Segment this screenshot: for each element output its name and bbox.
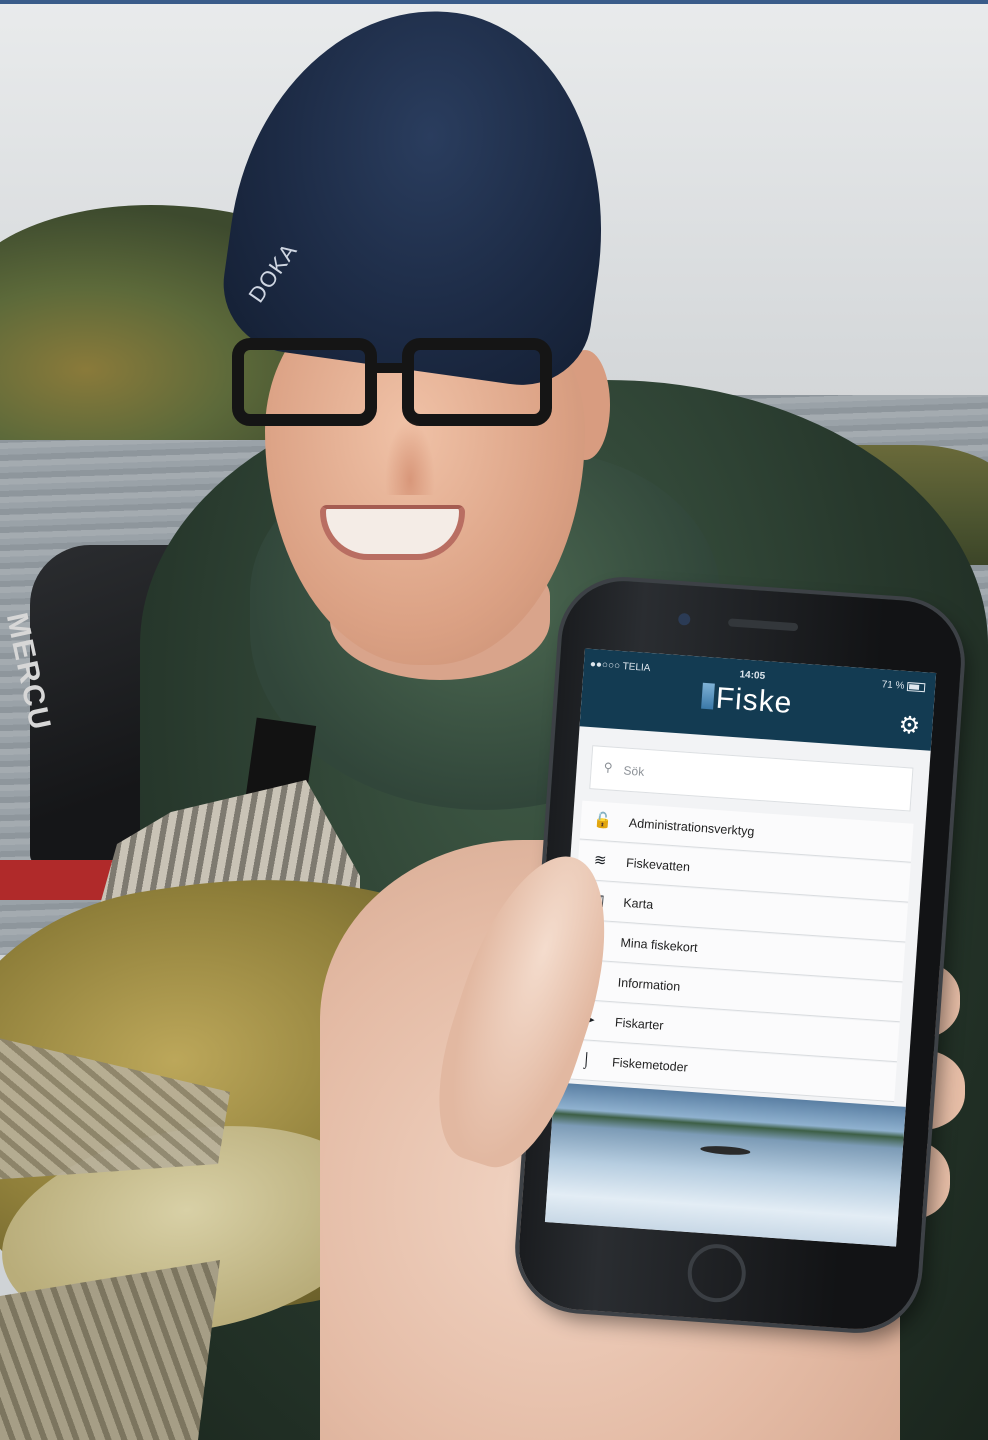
right-lens xyxy=(402,338,552,426)
battery-icon xyxy=(906,681,926,693)
clock: 14:05 xyxy=(739,669,766,683)
water-icon: ≋ xyxy=(593,851,608,870)
menu-item-label: Karta xyxy=(622,895,654,912)
carrier-label: ●●○○○ TELIA xyxy=(589,658,651,675)
unlock-icon: 🔓 xyxy=(593,811,613,830)
front-camera xyxy=(677,612,691,626)
search-input[interactable] xyxy=(620,758,906,803)
app-header: ●●○○○ TELIA 14:05 71 % Fiske ⚙ xyxy=(579,648,937,751)
battery-indicator: 71 % xyxy=(881,679,926,693)
search-box[interactable]: ⚲ xyxy=(589,745,914,812)
top-border xyxy=(0,0,988,4)
home-button[interactable] xyxy=(685,1242,748,1305)
menu-item-label: Fiskemetoder xyxy=(611,1055,689,1075)
photo-background: MERCU DOKA ●●○○○ TELIA 14:05 71 % Fiske … xyxy=(0,0,988,1440)
app-brand-name: Fiske xyxy=(714,681,794,720)
menu-item-label: Mina fiskekort xyxy=(620,935,698,956)
eyeglasses xyxy=(232,338,562,428)
menu-item-label: Information xyxy=(617,975,681,994)
settings-gear-icon[interactable]: ⚙ xyxy=(898,712,921,740)
main-menu: 🔓 Administrationsverktyg ≋ Fiskevatten ▥… xyxy=(562,800,914,1103)
logo-mark-icon xyxy=(701,682,715,710)
menu-item-label: Fiskevatten xyxy=(625,855,691,875)
earpiece-speaker xyxy=(727,618,799,632)
menu-item-label: Fiskarter xyxy=(614,1015,664,1033)
menu-item-label: Administrationsverktyg xyxy=(628,815,755,839)
left-lens xyxy=(232,338,377,426)
app-logo: Fiske xyxy=(700,681,794,727)
smile xyxy=(320,505,465,560)
lake-background-image xyxy=(544,1082,906,1247)
nose xyxy=(385,420,435,495)
battery-percent: 71 % xyxy=(881,679,905,692)
search-icon: ⚲ xyxy=(603,760,614,775)
